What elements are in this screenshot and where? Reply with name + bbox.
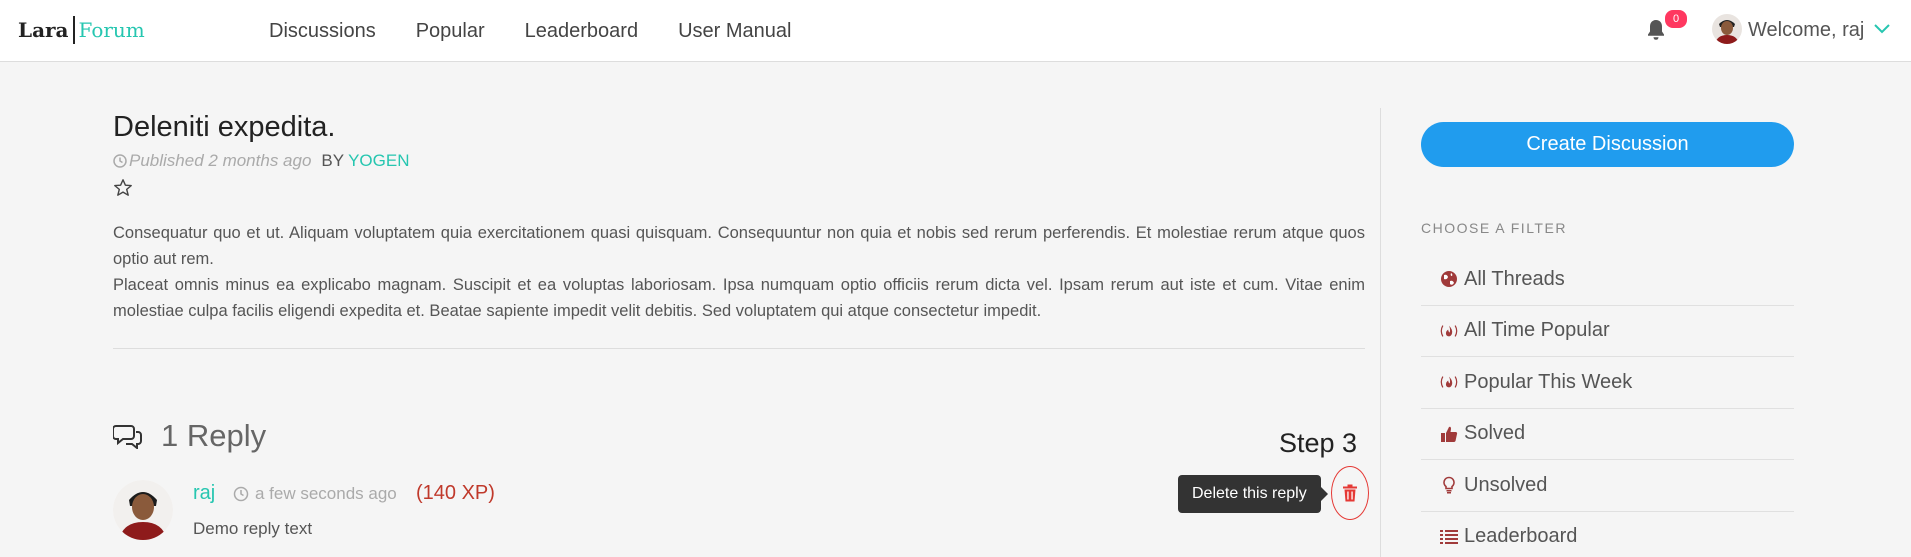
create-discussion-button[interactable]: Create Discussion [1421, 122, 1794, 167]
reply-xp: (140 XP) [416, 482, 495, 504]
chevron-down-icon[interactable] [1873, 22, 1891, 36]
thread-body-paragraph: Consequatur quo et ut. Aliquam voluptate… [113, 224, 1365, 268]
thread-title: Deleniti expedita. [113, 111, 336, 143]
by-label: BY [321, 151, 345, 170]
filter-item-solved[interactable]: Solved [1421, 409, 1794, 460]
site-logo[interactable]: Lara Forum [18, 14, 145, 46]
clock-icon [233, 486, 249, 502]
logo-divider [72, 16, 75, 44]
logo-text-forum: Forum [78, 18, 145, 42]
filter-label: Popular This Week [1464, 370, 1633, 393]
reply-avatar [113, 480, 173, 540]
notification-count-badge: 0 [1665, 10, 1688, 28]
top-navbar: Lara Forum Discussions Popular Leaderboa… [0, 0, 1911, 62]
sidebar-divider [1380, 108, 1381, 557]
bell-icon[interactable] [1646, 19, 1666, 41]
published-time: Published 2 months ago [129, 151, 312, 170]
thread-body: Consequatur quo et ut. Aliquam voluptate… [113, 220, 1365, 324]
star-icon[interactable] [113, 178, 133, 198]
delete-reply-tooltip: Delete this reply [1178, 475, 1328, 513]
comments-icon [113, 425, 142, 449]
thread-main: Deleniti expedita. Published 2 months ag… [113, 108, 1365, 349]
fire-icon [1439, 372, 1459, 392]
nav-link-leaderboard[interactable]: Leaderboard [525, 20, 638, 43]
filter-label: Solved [1464, 422, 1526, 445]
nav-link-popular[interactable]: Popular [416, 20, 485, 43]
filter-heading: CHOOSE A FILTER [1421, 220, 1567, 236]
filter-label: Unsolved [1464, 473, 1548, 496]
reply-text: Demo reply text [193, 519, 313, 538]
thread-body-paragraph: Placeat omnis minus ea explicabo magnam.… [113, 276, 1365, 320]
thumbs-up-icon [1439, 424, 1459, 444]
fire-icon [1439, 321, 1459, 341]
replies-header: 1 Reply [113, 418, 266, 454]
user-avatar[interactable] [1712, 14, 1742, 44]
globe-icon [1439, 269, 1459, 289]
author-link[interactable]: YOGEN [348, 150, 409, 172]
logo-text-lara: Lara [18, 18, 69, 42]
lightbulb-icon [1439, 475, 1459, 495]
filter-list: All Threads All Time Popular Popular Thi… [1421, 254, 1794, 557]
reply-count: 1 Reply [161, 418, 267, 453]
filter-item-leaderboard[interactable]: Leaderboard [1421, 512, 1794, 557]
filter-item-all-time-popular[interactable]: All Time Popular [1421, 306, 1794, 357]
welcome-text[interactable]: Welcome, raj [1748, 19, 1864, 42]
nav-link-discussions[interactable]: Discussions [269, 20, 376, 43]
filter-item-popular-this-week[interactable]: Popular This Week [1421, 357, 1794, 409]
divider [113, 348, 1365, 349]
reply-time: a few seconds ago [255, 484, 397, 503]
nav-link-user-manual[interactable]: User Manual [678, 20, 791, 43]
step-annotation: Step 3 [1279, 428, 1358, 458]
filter-item-unsolved[interactable]: Unsolved [1421, 460, 1794, 512]
filter-label: All Time Popular [1464, 319, 1610, 342]
trash-icon [1343, 484, 1357, 502]
filter-item-all-threads[interactable]: All Threads [1421, 254, 1794, 306]
reply-author-link[interactable]: raj [193, 482, 215, 505]
list-icon [1439, 527, 1459, 547]
thread-meta: Published 2 months ago BY YOGEN [113, 150, 1365, 172]
clock-icon [113, 154, 127, 168]
main-nav: Discussions Popular Leaderboard User Man… [250, 0, 831, 62]
filter-label: All Threads [1464, 267, 1565, 290]
filter-label: Leaderboard [1464, 525, 1578, 548]
delete-reply-button[interactable] [1331, 466, 1369, 520]
